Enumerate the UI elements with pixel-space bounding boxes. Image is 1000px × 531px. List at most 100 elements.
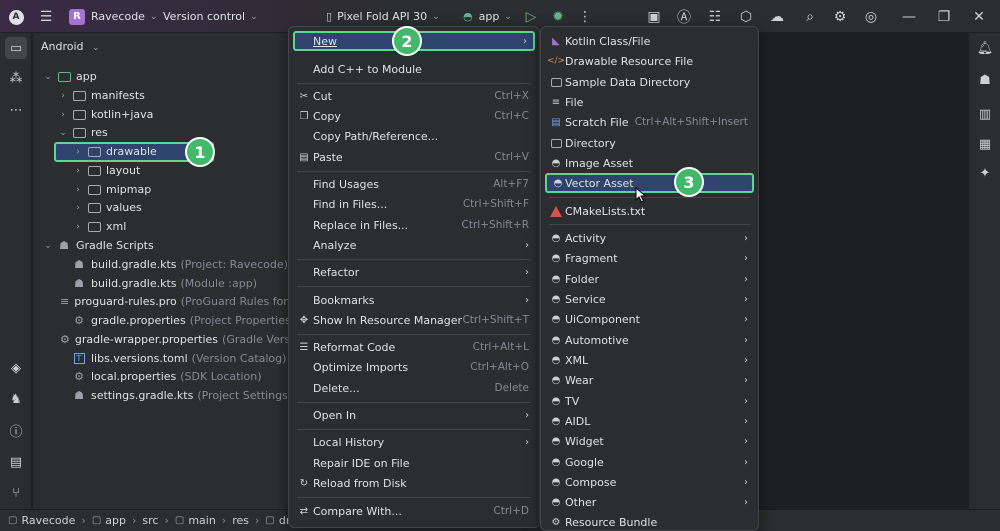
resource-manager-icon[interactable]: ◈ <box>5 357 27 379</box>
submenu-item-service[interactable]: ◓ Service › <box>545 289 754 309</box>
tree-item-build-gradle-module[interactable]: ☗ build.gradle.kts (Module :app) <box>57 274 257 293</box>
device-manager-icon[interactable]: ▣ <box>643 6 665 28</box>
crumb-app[interactable]: app <box>105 514 126 527</box>
more-tools-icon[interactable]: ⋯ <box>5 99 27 121</box>
project-selector[interactable]: R Ravecode ⌄ <box>69 0 158 33</box>
submenu-item-kotlin-class[interactable]: ◣ Kotlin Class/File <box>545 31 754 51</box>
restore-icon[interactable]: ❐ <box>933 6 955 28</box>
submenu-item-vector-asset[interactable]: ◓ Vector Asset <box>545 173 754 193</box>
android-studio-logo-icon[interactable]: A <box>5 6 27 28</box>
menu-item-reload-from-disk[interactable]: ↻ Reload from Disk <box>293 473 535 493</box>
submenu-item-other[interactable]: ◓ Other › <box>545 492 754 512</box>
menu-item-bookmarks[interactable]: Bookmarks › <box>293 290 535 310</box>
more-actions-icon[interactable]: ⋮ <box>574 6 596 28</box>
menu-item-compare-with[interactable]: ⇄ Compare With... Ctrl+D <box>293 501 535 521</box>
menu-item-cut[interactable]: ✂ Cut Ctrl+X <box>293 86 535 106</box>
version-control-icon[interactable]: ⑂ <box>5 482 27 504</box>
submenu-item-tv[interactable]: ◓ TV › <box>545 391 754 411</box>
tree-item-res[interactable]: ⌄ res <box>57 123 108 142</box>
account-icon[interactable]: ◎ <box>860 6 882 28</box>
menu-item-find-usages[interactable]: Find Usages Alt+F7 <box>293 174 535 194</box>
crumb-src[interactable]: src <box>142 514 158 527</box>
minimize-icon[interactable]: — <box>898 6 920 28</box>
menu-item-refactor[interactable]: Refactor › <box>293 262 535 282</box>
submenu-item-xml[interactable]: ◓ XML › <box>545 350 754 370</box>
submenu-item-folder[interactable]: ◓ Folder › <box>545 269 754 289</box>
submenu-item-automotive[interactable]: ◓ Automotive › <box>545 330 754 350</box>
crumb-main[interactable]: main <box>188 514 215 527</box>
tree-item-gradle-scripts[interactable]: ⌄ ☗ Gradle Scripts <box>42 236 154 255</box>
search-icon[interactable]: ⌕ <box>799 6 821 28</box>
tree-item-values[interactable]: › values <box>72 198 142 217</box>
submenu-item-google[interactable]: ◓ Google › <box>545 452 754 472</box>
gemini-icon[interactable]: ☁ <box>766 6 788 28</box>
menu-item-delete[interactable]: Delete... Delete <box>293 378 535 398</box>
tree-item-settings-gradle[interactable]: ☗ settings.gradle.kts (Project Settings) <box>57 386 292 405</box>
sync-gradle-icon[interactable]: ☷ <box>704 6 726 28</box>
menu-item-repair-ide[interactable]: Repair IDE on File <box>293 453 535 473</box>
submenu-item-scratch-file[interactable]: ▤ Scratch File Ctrl+Alt+Shift+Insert <box>545 112 754 132</box>
submenu-item-compose[interactable]: ◓ Compose › <box>545 472 754 492</box>
tree-item-drawable[interactable]: › drawable <box>72 142 157 161</box>
submenu-item-file[interactable]: ≡ File <box>545 92 754 112</box>
tree-item-libs-versions-toml[interactable]: T libs.versions.toml (Version Catalog) <box>57 349 286 368</box>
settings-file-icon: ⚙ <box>551 516 561 528</box>
menu-item-find-in-files[interactable]: Find in Files... Ctrl+Shift+F <box>293 194 535 214</box>
gemini-sparkle-icon[interactable]: ✦ <box>974 162 996 184</box>
menu-item-copy[interactable]: ❐ Copy Ctrl+C <box>293 106 535 126</box>
terminal-icon[interactable]: ▤ <box>5 451 27 473</box>
menu-item-optimize-imports[interactable]: Optimize Imports Ctrl+Alt+O <box>293 357 535 377</box>
submenu-item-fragment[interactable]: ◓ Fragment › <box>545 248 754 268</box>
menu-item-show-in-resource-manager[interactable]: ✥ Show In Resource Manager Ctrl+Shift+T <box>293 310 535 330</box>
crumb-res[interactable]: res <box>232 514 249 527</box>
submenu-item-directory[interactable]: Directory <box>545 133 754 153</box>
menu-item-reformat-code[interactable]: ☰ Reformat Code Ctrl+Alt+L <box>293 337 535 357</box>
tree-item-xml[interactable]: › xml <box>72 217 126 236</box>
tree-item-manifests[interactable]: › manifests <box>57 86 145 105</box>
tree-item-gradle-properties[interactable]: ⚙ gradle.properties (Project Properties) <box>57 311 295 330</box>
project-view-selector[interactable]: Android ⌄ <box>41 40 100 53</box>
menu-item-add-cpp[interactable]: Add C++ to Module <box>293 59 535 79</box>
structure-icon[interactable]: ⁂ <box>5 67 27 89</box>
menu-item-copy-path[interactable]: Copy Path/Reference... <box>293 126 535 146</box>
menu-item-local-history[interactable]: Local History › <box>293 432 535 452</box>
menu-item-analyze[interactable]: Analyze › <box>293 235 535 255</box>
vcs-selector[interactable]: Version control ⌄ <box>163 0 258 33</box>
tree-item-kotlin-java[interactable]: › kotlin+java <box>57 105 153 124</box>
tree-item-build-gradle-project[interactable]: ☗ build.gradle.kts (Project: Ravecode) <box>57 255 288 274</box>
tree-item-local-properties[interactable]: ⚙ local.properties (SDK Location) <box>57 367 261 386</box>
sdk-manager-icon[interactable]: ⬡ <box>735 6 757 28</box>
menu-item-replace-in-files[interactable]: Replace in Files... Ctrl+Shift+R <box>293 215 535 235</box>
submenu-item-drawable-resource[interactable]: </> Drawable Resource File <box>545 51 754 71</box>
tree-item-layout[interactable]: › layout <box>72 161 140 180</box>
project-folder-icon[interactable]: ▭ <box>5 37 27 59</box>
run-icon[interactable]: ▷ <box>520 6 542 28</box>
settings-gear-icon[interactable]: ⚙ <box>829 6 851 28</box>
menu-item-open-in[interactable]: Open In › <box>293 405 535 425</box>
submenu-item-activity[interactable]: ◓ Activity › <box>545 228 754 248</box>
device-explorer-icon[interactable]: ▥ <box>974 103 996 125</box>
submenu-item-widget[interactable]: ◓ Widget › <box>545 431 754 451</box>
notifications-icon[interactable]: 🔔︎ <box>974 37 996 59</box>
submenu-item-sample-data-dir[interactable]: Sample Data Directory <box>545 72 754 92</box>
crumb-project[interactable]: Ravecode <box>21 514 75 527</box>
tree-item-app[interactable]: ⌄ app <box>42 67 97 86</box>
debug-icon[interactable]: ✹ <box>547 6 569 28</box>
problems-icon[interactable]: ⓘ <box>5 419 27 441</box>
tree-item-proguard-rules[interactable]: ≡ proguard-rules.pro (ProGuard Rules for… <box>57 292 289 311</box>
tree-item-mipmap[interactable]: › mipmap <box>72 180 151 199</box>
submenu-item-wear[interactable]: ◓ Wear › <box>545 370 754 390</box>
submenu-item-cmakelists[interactable]: CMakeLists.txt <box>545 201 754 221</box>
main-menu-icon[interactable]: ☰ <box>35 6 57 28</box>
tree-item-gradle-wrapper-properties[interactable]: ⚙ gradle-wrapper.properties (Gradle Vers… <box>57 330 289 349</box>
close-icon[interactable]: ✕ <box>968 6 990 28</box>
gradle-icon[interactable]: ☗ <box>974 69 996 91</box>
running-devices-icon[interactable]: ▦ <box>974 133 996 155</box>
submenu-item-uicomponent[interactable]: ◓ UiComponent › <box>545 309 754 329</box>
menu-item-paste[interactable]: ▤ Paste Ctrl+V <box>293 147 535 167</box>
submenu-item-aidl[interactable]: ◓ AIDL › <box>545 411 754 431</box>
translate-icon[interactable]: Ⓐ <box>673 6 695 28</box>
submenu-item-image-asset[interactable]: ◓ Image Asset <box>545 153 754 173</box>
submenu-item-resource-bundle[interactable]: ⚙ Resource Bundle <box>545 512 754 531</box>
logcat-icon[interactable]: ♞ <box>5 388 27 410</box>
